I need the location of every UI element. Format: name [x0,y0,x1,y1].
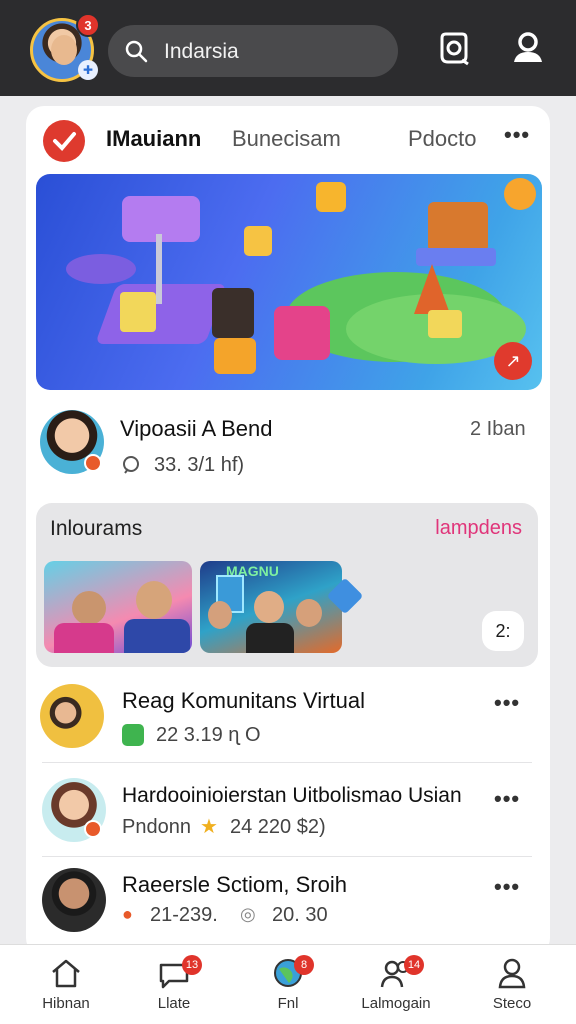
bottom-nav: Hibnan 13 Llate 8 Fnl 14 Lalmogain Steco [0,944,576,1024]
post-meta-value: 24 220 $2) [230,816,326,838]
post-title[interactable]: Raeersle Sctiom, Sroih [122,872,347,898]
group-name[interactable]: Reag Komunitans Virtual [122,688,365,714]
search-input[interactable]: Indarsia [108,25,398,77]
chat-icon [122,724,144,746]
avatar[interactable] [42,868,106,932]
fire-icon: ● [122,904,133,924]
tab-1[interactable]: IMauiann [106,126,201,152]
nav-explore[interactable]: 8 Fnl [238,955,338,1012]
more-options-icon[interactable]: ••• [494,786,520,812]
more-options-icon[interactable]: ••• [494,874,520,900]
puzzle-icon: ✚ [78,60,98,80]
notification-badge: 3 [76,13,100,37]
video-thumbnail[interactable] [44,561,192,653]
nav-home[interactable]: Hibnan [16,957,116,1012]
video-thumbnail[interactable]: MAGNU [200,561,342,653]
carousel-see-more[interactable]: lampdens [435,517,522,540]
nav-profile[interactable]: Steco [462,957,562,1012]
nav-groups[interactable]: 14 Lalmogain [346,955,446,1012]
profile-icon [498,958,526,989]
post-author[interactable]: Vipoasii A Bend [120,416,273,442]
tab-3[interactable]: Pdocto [408,126,477,152]
user-icon[interactable] [510,30,546,66]
feed-card: IMauiann Bunecisam Pdocto ••• ↗ Vipoasii… [26,106,550,956]
post-time: 2 Iban [470,418,526,440]
top-bar: 3 ✚ Indarsia [0,0,576,96]
carousel-title: Inlourams [50,517,143,540]
nav-chat[interactable]: 13 Llate [124,955,224,1012]
star-icon: ★ [200,816,218,838]
more-options-icon[interactable]: ••• [504,122,530,148]
group-meta: 22 3.19 ɳ O [156,724,261,746]
avatar[interactable] [40,684,104,748]
nav-badge: 8 [294,955,314,975]
share-icon[interactable]: ↗ [494,342,532,380]
featured-banner[interactable]: ↗ [36,174,542,390]
more-options-icon[interactable]: ••• [494,690,520,716]
tab-2[interactable]: Bunecisam [232,126,341,152]
comment-icon [123,456,139,474]
nav-badge: 14 [404,955,424,975]
more-count-badge[interactable]: 2: [482,611,524,651]
post-meta: 33. 3/1 hf) [154,454,245,476]
post-meta-left: 21-239. [150,904,218,926]
search-icon [125,40,148,63]
nav-badge: 13 [182,955,202,975]
search-text: Indarsia [164,40,239,63]
nav-label: Lalmogain [361,995,431,1012]
nav-label: Llate [157,995,191,1012]
home-icon [52,959,80,988]
highlights-carousel: Inlourams lampdens MAGNU 2: [36,503,538,667]
post-meta-label: Pndonn [122,816,191,838]
divider [42,762,532,763]
divider [42,856,532,857]
status-dot [84,820,102,838]
status-dot [84,454,102,472]
post-meta-right: 20. 30 [272,904,328,926]
nav-label: Fnl [277,995,299,1012]
camera-icon[interactable] [436,30,472,66]
nav-label: Hibnan [42,995,90,1012]
nav-label: Steco [492,995,532,1012]
post-title[interactable]: Hardooinioierstan Uitbolismao Usian [122,784,462,808]
check-icon[interactable] [43,120,85,162]
time-icon: ◎ [240,904,256,924]
